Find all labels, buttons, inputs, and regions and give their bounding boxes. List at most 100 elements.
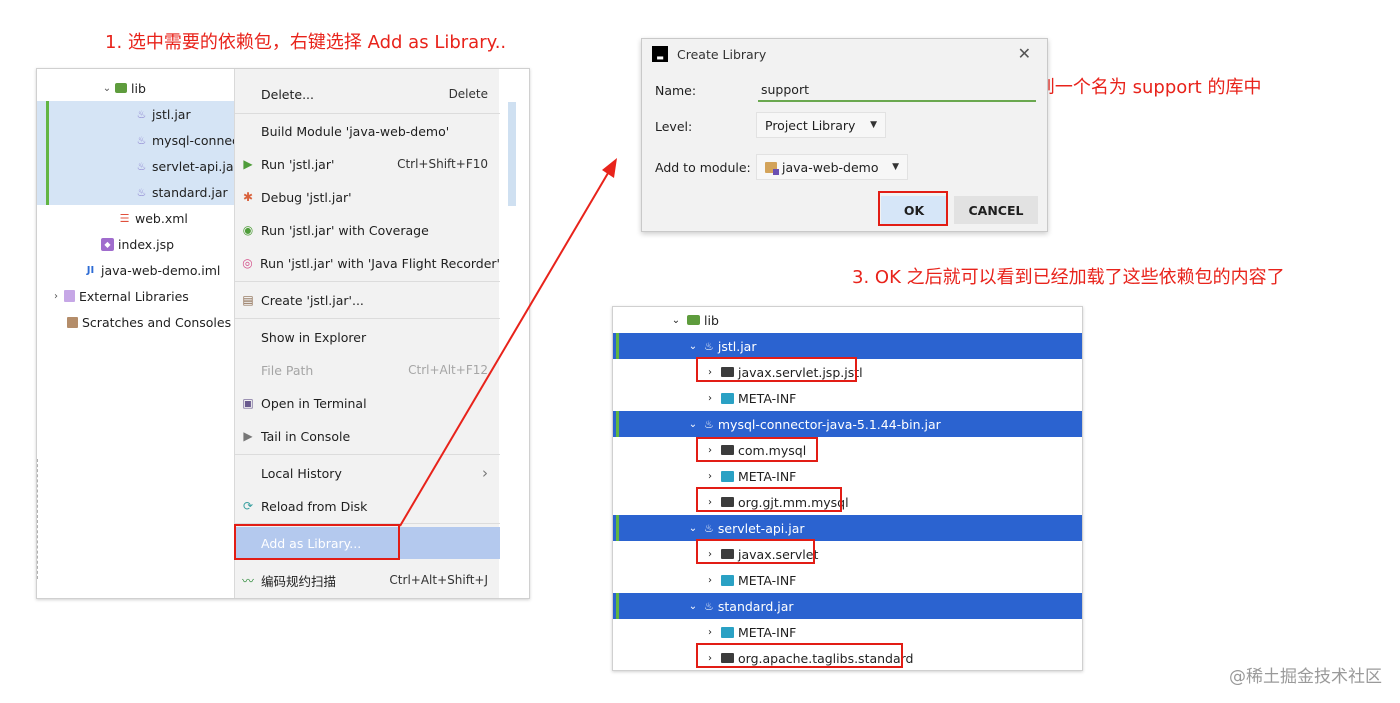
folder-icon bbox=[115, 83, 127, 93]
jar-icon: ♨ bbox=[136, 107, 147, 121]
highlight-box-package bbox=[696, 357, 857, 382]
highlight-box-package bbox=[696, 643, 903, 668]
tree-item-servlet-api-jar[interactable]: ♨ servlet-api.jar bbox=[37, 153, 239, 179]
chevron-down-icon[interactable]: ⌄ bbox=[687, 341, 699, 352]
result-tree-item[interactable]: ⌄ ♨ standard.jar bbox=[613, 593, 1082, 619]
jar-icon: ♨ bbox=[136, 185, 147, 199]
chevron-right-icon[interactable]: › bbox=[50, 291, 62, 302]
menu-item-run-coverage[interactable]: ◉ Run 'jstl.jar' with Coverage bbox=[235, 215, 500, 245]
result-tree-item[interactable]: ⌄ ♨ mysql-connector-java-5.1.44-bin.jar bbox=[613, 411, 1082, 437]
highlight-box-add-library bbox=[234, 524, 400, 560]
dropdown-arrow-icon: ▼ bbox=[870, 120, 877, 130]
cancel-button[interactable]: CANCEL bbox=[954, 196, 1038, 224]
chevron-right-icon[interactable]: › bbox=[704, 393, 716, 404]
module-indicator bbox=[616, 515, 619, 541]
menu-item-create[interactable]: ▤ Create 'jstl.jar'... bbox=[235, 285, 500, 315]
result-tree-item[interactable]: › javax.servlet bbox=[613, 541, 1082, 567]
menu-item-local-history[interactable]: Local History › bbox=[235, 458, 500, 488]
module-icon bbox=[765, 161, 779, 175]
level-select[interactable]: Project Library ▼ bbox=[756, 112, 886, 138]
tree-item-mysql-connector[interactable]: ♨ mysql-connect bbox=[37, 127, 244, 153]
jar-icon: ♨ bbox=[704, 521, 714, 535]
result-tree-item[interactable]: › META-INF bbox=[613, 463, 1082, 489]
iml-file-icon: JI bbox=[86, 264, 95, 276]
tree-item-lib[interactable]: ⌄ lib bbox=[37, 75, 237, 101]
result-tree-item[interactable]: › org.gjt.mm.mysql bbox=[613, 489, 1082, 515]
jar-icon: ♨ bbox=[136, 159, 147, 173]
menu-separator bbox=[235, 281, 500, 282]
chevron-down-icon[interactable]: ⌄ bbox=[101, 83, 113, 94]
library-icon bbox=[64, 290, 75, 302]
tree-item-iml[interactable]: JI java-web-demo.iml bbox=[37, 257, 237, 283]
meta-folder-icon bbox=[721, 392, 734, 404]
menu-item-build-module[interactable]: Build Module 'java-web-demo' bbox=[235, 116, 500, 146]
menu-separator bbox=[235, 318, 500, 319]
result-tree-item[interactable]: › META-INF bbox=[613, 567, 1082, 593]
project-tree: ⌄ lib ♨ jstl.jar ♨ mysql-connect ♨ servl… bbox=[37, 69, 244, 598]
menu-separator bbox=[235, 113, 500, 114]
tree-item-index-jsp[interactable]: ◆ index.jsp bbox=[37, 231, 237, 257]
result-tree-item[interactable]: › com.mysql bbox=[613, 437, 1082, 463]
close-icon[interactable]: ✕ bbox=[1018, 44, 1031, 63]
highlight-box-package bbox=[696, 437, 818, 462]
highlight-box-ok bbox=[878, 191, 948, 226]
project-panel: ⌄ lib ♨ jstl.jar ♨ mysql-connect ♨ servl… bbox=[36, 68, 530, 599]
flight-recorder-icon: ◎ bbox=[242, 256, 253, 270]
meta-folder-icon bbox=[721, 470, 734, 482]
dropdown-arrow-icon: ▼ bbox=[892, 162, 899, 172]
chevron-right-icon[interactable]: › bbox=[704, 627, 716, 638]
step3-annotation: 3. OK 之后就可以看到已经加载了这些依赖包的内容了 bbox=[852, 267, 1285, 288]
module-label: Add to module: bbox=[655, 160, 751, 175]
result-tree-item[interactable]: ⌄ lib bbox=[613, 307, 1082, 333]
dialog-title-bar: ▬ Create Library bbox=[652, 46, 766, 62]
menu-item-open-terminal[interactable]: ▣ Open in Terminal bbox=[235, 388, 500, 418]
chevron-right-icon: › bbox=[482, 464, 488, 482]
chevron-down-icon[interactable]: ⌄ bbox=[687, 523, 699, 534]
menu-item-delete[interactable]: Delete... Delete bbox=[235, 79, 500, 109]
create-config-icon: ▤ bbox=[242, 293, 254, 307]
chevron-right-icon[interactable]: › bbox=[704, 575, 716, 586]
jar-icon: ♨ bbox=[136, 133, 147, 147]
tree-item-web-xml[interactable]: ☰ web.xml bbox=[37, 205, 237, 231]
dialog-title: Create Library bbox=[677, 46, 767, 62]
menu-item-run[interactable]: ▶ Run 'jstl.jar' Ctrl+Shift+F10 bbox=[235, 149, 500, 179]
scrollbar[interactable] bbox=[508, 102, 516, 206]
chevron-down-icon[interactable]: ⌄ bbox=[687, 601, 699, 612]
watermark: @稀土掘金技术社区 bbox=[1229, 667, 1382, 687]
reload-icon: ⟳ bbox=[242, 499, 254, 513]
tree-item-jstl-jar[interactable]: ♨ jstl.jar bbox=[37, 101, 237, 127]
result-tree-item[interactable]: ⌄ ♨ jstl.jar bbox=[613, 333, 1082, 359]
menu-item-code-scan[interactable]: 〰 编码规约扫描 Ctrl+Alt+Shift+J bbox=[235, 565, 500, 595]
scratch-icon bbox=[67, 316, 78, 328]
highlight-box-package bbox=[696, 487, 842, 512]
scan-icon: 〰 bbox=[241, 573, 254, 588]
terminal-icon: ▣ bbox=[242, 396, 254, 410]
tree-item-standard-jar[interactable]: ♨ standard.jar bbox=[37, 179, 237, 205]
gutter-marks bbox=[37, 459, 42, 579]
menu-item-reload[interactable]: ⟳ Reload from Disk bbox=[235, 491, 500, 521]
jsp-file-icon: ◆ bbox=[101, 237, 114, 251]
menu-item-run-jfr[interactable]: ◎ Run 'jstl.jar' with 'Java Flight Recor… bbox=[235, 248, 500, 278]
result-tree-item[interactable]: ⌄ ♨ servlet-api.jar bbox=[613, 515, 1082, 541]
tree-item-external-libraries[interactable]: › External Libraries bbox=[37, 283, 237, 309]
tail-icon: ▶ bbox=[243, 429, 253, 443]
meta-folder-icon bbox=[721, 574, 734, 586]
result-tree-item[interactable]: › META-INF bbox=[613, 385, 1082, 411]
module-indicator bbox=[616, 411, 619, 437]
menu-item-debug[interactable]: ✱ Debug 'jstl.jar' bbox=[235, 182, 500, 212]
intellij-logo-icon: ▬ bbox=[652, 46, 668, 62]
chevron-right-icon[interactable]: › bbox=[704, 471, 716, 482]
module-select[interactable]: java-web-demo ▼ bbox=[756, 154, 908, 180]
chevron-down-icon[interactable]: ⌄ bbox=[687, 419, 699, 430]
jar-icon: ♨ bbox=[704, 417, 714, 431]
name-label: Name: bbox=[655, 83, 697, 98]
chevron-down-icon[interactable]: ⌄ bbox=[670, 315, 682, 326]
result-tree-item[interactable]: › META-INF bbox=[613, 619, 1082, 645]
jar-icon: ♨ bbox=[704, 599, 714, 613]
menu-item-show-in-explorer[interactable]: Show in Explorer bbox=[235, 322, 500, 352]
tree-item-scratches[interactable]: Scratches and Consoles bbox=[37, 309, 237, 335]
level-label: Level: bbox=[655, 119, 693, 134]
menu-item-tail-console[interactable]: ▶ Tail in Console bbox=[235, 421, 500, 451]
menu-item-file-path[interactable]: File Path Ctrl+Alt+F12 bbox=[235, 355, 500, 385]
name-input[interactable]: support bbox=[758, 79, 1036, 102]
